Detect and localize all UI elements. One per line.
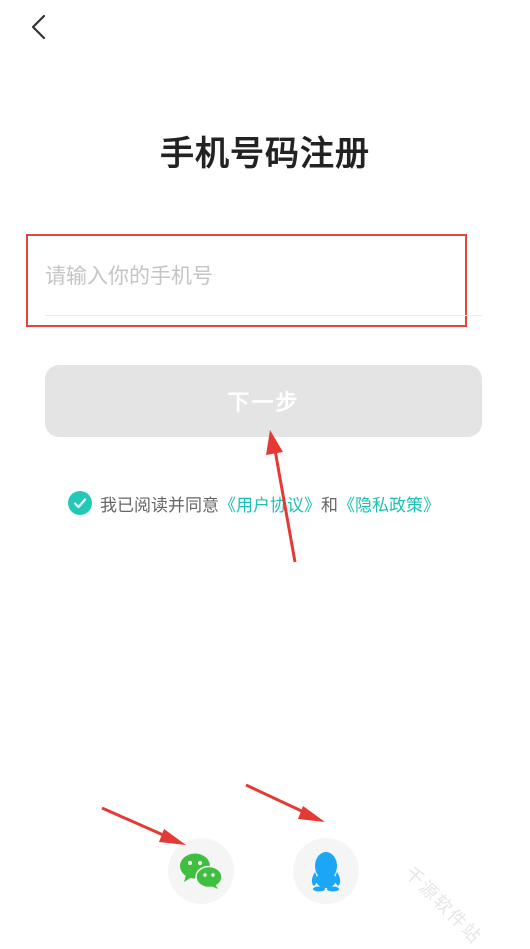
back-button[interactable] [24,10,58,44]
agree-checkbox[interactable] [68,491,92,515]
arrow-to-qq [245,783,325,822]
watermark: 千源软件站 [400,862,486,949]
phone-input[interactable] [45,250,481,302]
arrow-to-wechat [101,806,186,845]
next-button[interactable]: 下一步 [45,365,482,437]
agreement-row: 我已阅读并同意 《用户协议》 和 《隐私政策》 [68,490,440,516]
wechat-login-button[interactable] [168,838,234,904]
input-underline [45,315,482,316]
check-icon [73,498,87,509]
wechat-icon [180,853,223,889]
agreement-conjunction: 和 [321,495,338,516]
qq-login-button[interactable] [293,838,359,904]
page-title: 手机号码注册 [160,134,370,174]
privacy-policy-link[interactable]: 《隐私政策》 [338,491,440,516]
chevron-left-icon [31,14,46,40]
agreement-prefix: 我已阅读并同意 [100,495,219,516]
qq-icon [311,852,341,892]
user-agreement-link[interactable]: 《用户协议》 [219,491,321,516]
